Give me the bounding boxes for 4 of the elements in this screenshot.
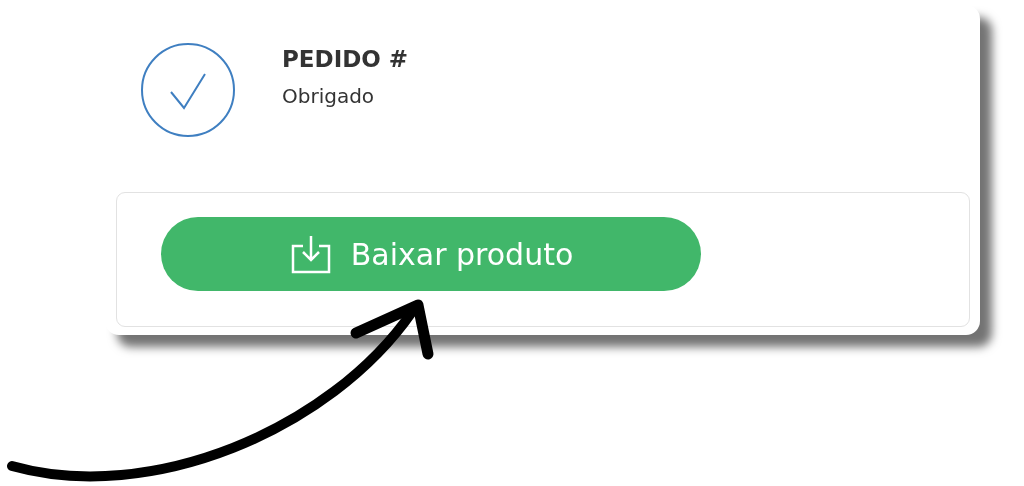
check-circle-icon bbox=[140, 42, 236, 138]
order-title: PEDIDO # bbox=[282, 46, 409, 72]
download-button[interactable]: Baixar produto bbox=[161, 217, 701, 291]
order-subtitle: Obrigado bbox=[282, 84, 376, 108]
